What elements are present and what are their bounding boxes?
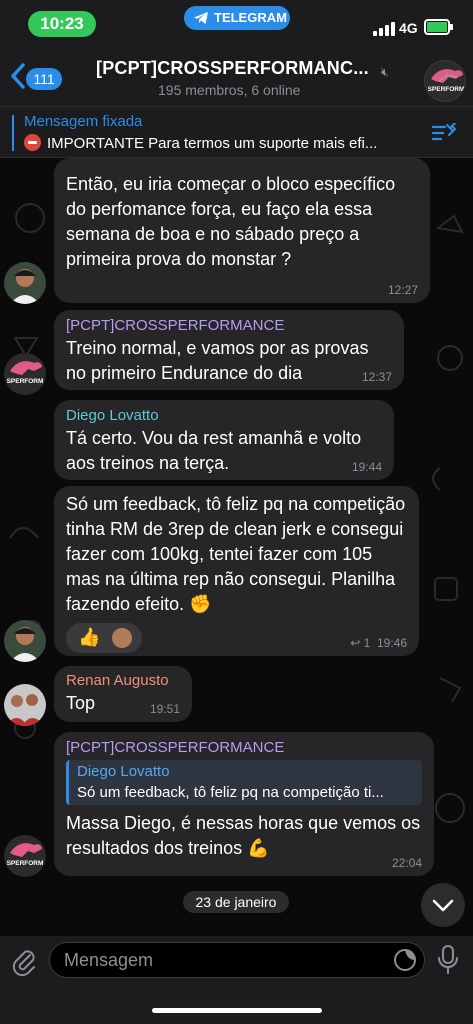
back-chevron-icon[interactable] bbox=[8, 62, 28, 90]
message-meta: ↩ 1 19:46 bbox=[350, 636, 407, 650]
home-indicator bbox=[152, 1008, 322, 1013]
chat-title[interactable]: [PCPT]CROSSPERFORMANC... bbox=[96, 58, 369, 79]
message-text-content: Massa Diego, é nessas horas que vemos os… bbox=[66, 813, 421, 858]
sender-name[interactable]: Renan Augusto bbox=[66, 666, 180, 691]
flexed-biceps-emoji: 💪 bbox=[247, 838, 270, 858]
date-divider: 23 de janeiro bbox=[183, 891, 289, 913]
signal-icon bbox=[373, 22, 395, 36]
avatar[interactable] bbox=[4, 262, 46, 304]
message-time: 19:46 bbox=[376, 636, 407, 650]
chat-subtitle: 195 membros, 6 online bbox=[158, 82, 301, 98]
unread-count-badge[interactable]: 111 bbox=[26, 68, 62, 90]
message-time: 22:04 bbox=[391, 856, 422, 870]
avatar[interactable] bbox=[4, 620, 46, 662]
reply-quote[interactable]: Diego Lovatto Só um feedback, tô feliz p… bbox=[66, 760, 422, 805]
message-bubble[interactable]: [PCPT]CROSSPERFORMANCE Diego Lovatto Só … bbox=[54, 732, 434, 876]
sender-name[interactable]: [PCPT]CROSSPERFORMANCE bbox=[66, 310, 392, 336]
message-text: Então, eu iria começar o bloco específic… bbox=[66, 174, 396, 269]
sticker-icon[interactable] bbox=[393, 948, 417, 972]
scroll-to-bottom-button[interactable] bbox=[421, 883, 465, 927]
battery-icon bbox=[424, 19, 453, 35]
microphone-icon[interactable] bbox=[437, 944, 459, 976]
message-time: 12:37 bbox=[361, 370, 392, 384]
composer bbox=[0, 936, 473, 1024]
thumbs-up-icon: 👍 bbox=[78, 627, 101, 647]
message-bubble[interactable]: Renan Augusto Top 19:51 bbox=[54, 666, 192, 722]
message-list[interactable]: Então, eu iria começar o bloco específic… bbox=[0, 158, 473, 936]
message-bubble[interactable]: Só um feedback, tô feliz pq na competiçã… bbox=[54, 486, 419, 656]
message-time: 12:27 bbox=[387, 283, 418, 297]
pinned-indicator bbox=[12, 115, 14, 151]
paperclip-icon[interactable] bbox=[10, 946, 38, 976]
muted-icon: 🔇︎ bbox=[381, 65, 389, 79]
message-text: Tá certo. Vou da rest amanhã e volto aos… bbox=[66, 428, 362, 473]
quote-author: Diego Lovatto bbox=[77, 763, 170, 780]
message-bubble[interactable]: Então, eu iria começar o bloco específic… bbox=[54, 158, 430, 303]
avatar[interactable] bbox=[4, 684, 46, 726]
message-text-content: Só um feedback, tô feliz pq na competiçã… bbox=[66, 494, 406, 614]
clock: 10:23 bbox=[28, 11, 96, 37]
group-avatar-label: SPERFORM bbox=[428, 86, 465, 93]
telegram-icon bbox=[194, 12, 208, 24]
return-to-app-pill[interactable]: TELEGRAM bbox=[184, 6, 290, 30]
avatar-label: SPERFORM bbox=[7, 860, 44, 867]
message-time: 19:51 bbox=[149, 702, 180, 716]
message-text: Treino normal, e vamos por as provas no … bbox=[66, 338, 369, 383]
app-name: TELEGRAM bbox=[214, 10, 287, 25]
sender-name[interactable]: Diego Lovatto bbox=[66, 400, 382, 426]
reactor-avatar bbox=[110, 626, 134, 650]
quote-text: Só um feedback, tô feliz pq na competiçã… bbox=[77, 784, 384, 801]
reply-count: 1 bbox=[363, 636, 371, 650]
message-text: Só um feedback, tô feliz pq na competiçã… bbox=[66, 486, 407, 617]
pinned-title: Mensagem fixada bbox=[24, 113, 143, 130]
avatar[interactable]: SPERFORM bbox=[4, 353, 46, 395]
message-time: 19:44 bbox=[351, 460, 382, 474]
pinned-message-bar[interactable]: Mensagem fixada IMPORTANTE Para termos u… bbox=[0, 106, 473, 158]
message-input[interactable] bbox=[49, 942, 425, 978]
network-type: 4G bbox=[399, 20, 418, 36]
avatar-label: SPERFORM bbox=[7, 378, 44, 385]
status-bar: 10:23 TELEGRAM 4G bbox=[0, 0, 473, 48]
pinned-text-content: IMPORTANTE Para termos um suporte mais e… bbox=[47, 135, 378, 152]
message-bubble[interactable]: Diego Lovatto Tá certo. Vou da rest aman… bbox=[54, 400, 394, 480]
avatar[interactable]: SPERFORM bbox=[4, 835, 46, 877]
pinned-text: IMPORTANTE Para termos um suporte mais e… bbox=[24, 134, 377, 152]
reply-arrow-icon: ↩ bbox=[350, 636, 361, 650]
flexed-fist-emoji: ✊ bbox=[189, 594, 212, 614]
reaction-thumbs-up[interactable]: 👍 bbox=[66, 623, 142, 653]
message-bubble[interactable]: [PCPT]CROSSPERFORMANCE Treino normal, e … bbox=[54, 310, 404, 390]
chevron-down-icon bbox=[432, 899, 454, 912]
message-text: Massa Diego, é nessas horas que vemos os… bbox=[66, 811, 422, 861]
no-entry-icon bbox=[24, 134, 41, 151]
sender-name[interactable]: [PCPT]CROSSPERFORMANCE bbox=[66, 732, 422, 758]
chat-header: 111 [PCPT]CROSSPERFORMANC... 🔇︎ 195 memb… bbox=[0, 48, 473, 106]
pinned-list-icon[interactable] bbox=[431, 123, 457, 143]
group-avatar[interactable]: SPERFORM bbox=[424, 60, 466, 102]
